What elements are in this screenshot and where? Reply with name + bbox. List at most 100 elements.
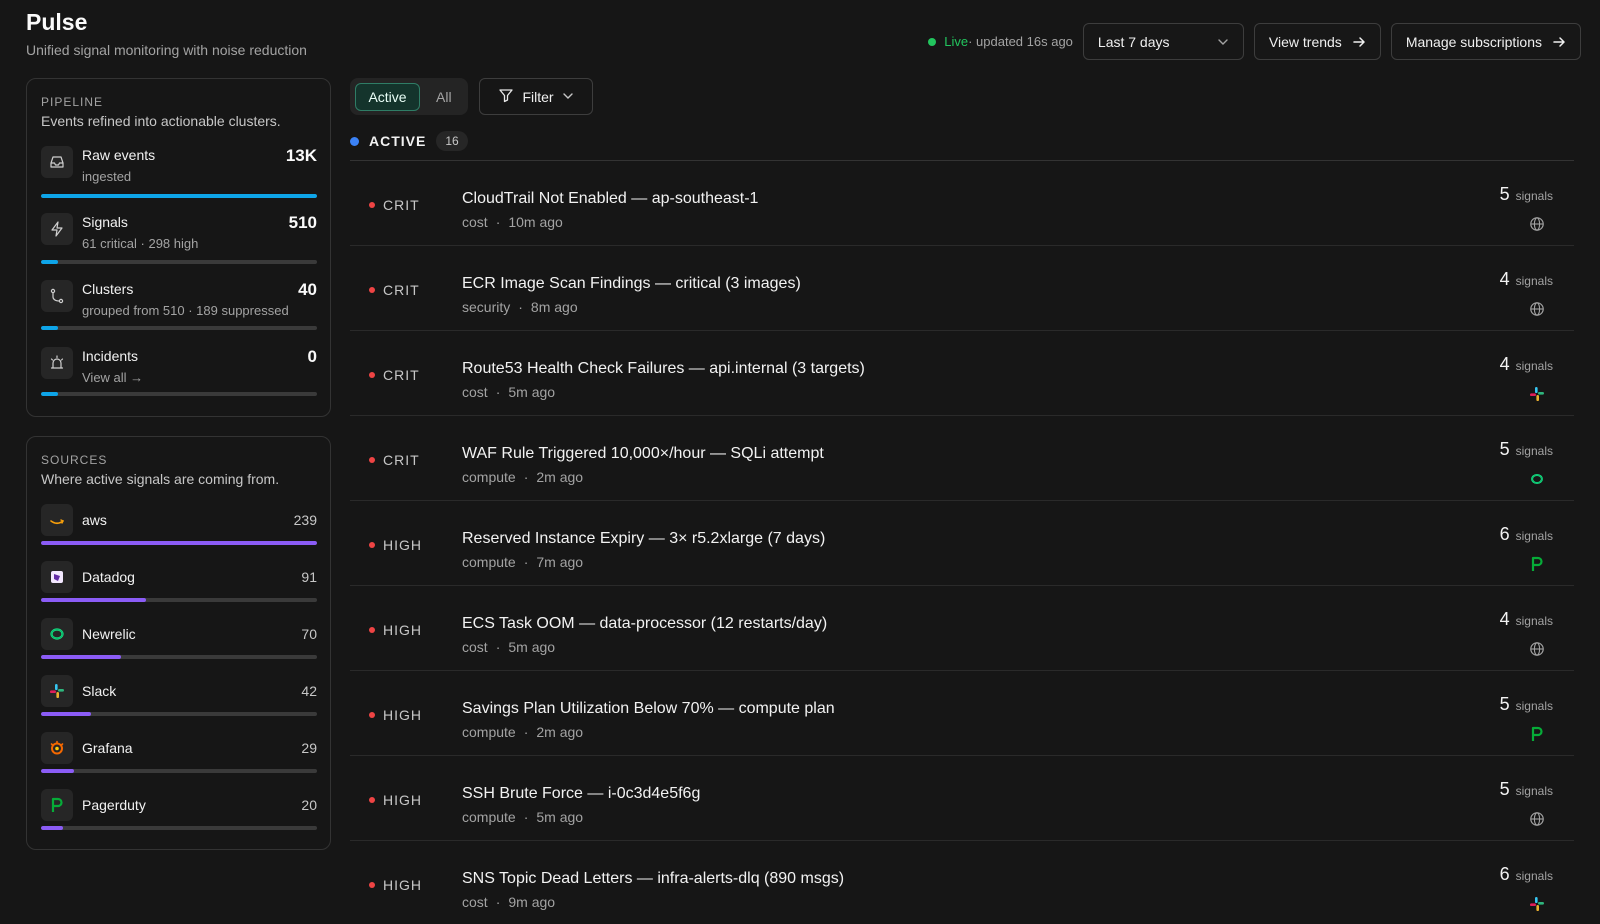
date-range-select[interactable]: Last 7 days xyxy=(1082,23,1244,60)
updated-text: · updated 16s ago xyxy=(968,34,1073,49)
view-all-incidents-link[interactable]: View all → xyxy=(82,370,143,385)
signal-meta: security · 8m ago xyxy=(462,299,578,315)
severity-badge: CRIT xyxy=(369,367,420,383)
source-row-slack[interactable]: Slack 42 xyxy=(41,675,317,723)
newrelic-icon xyxy=(41,618,73,650)
source-row-newrelic[interactable]: Newrelic 70 xyxy=(41,618,317,666)
pipeline-bar xyxy=(41,260,317,264)
source-bar-fill xyxy=(41,541,317,545)
signal-title[interactable]: Route53 Health Check Failures — api.inte… xyxy=(462,360,865,378)
signal-row[interactable]: CRIT WAF Rule Triggered 10,000×/hour — SQ… xyxy=(350,416,1574,501)
source-name: Datadog xyxy=(82,569,135,585)
view-trends-label: View trends xyxy=(1268,33,1342,50)
signal-row[interactable]: HIGH SNS Topic Dead Letters — infra-alert… xyxy=(350,841,1574,924)
meta-separator: · xyxy=(495,639,501,655)
meta-separator: · xyxy=(523,809,529,825)
source-name: Pagerduty xyxy=(82,797,146,813)
signal-count: 5 signals xyxy=(1500,779,1553,800)
status-toggle: Active All xyxy=(350,78,468,115)
signal-category: cost xyxy=(462,214,488,230)
tab-active[interactable]: Active xyxy=(355,83,420,111)
source-count: 70 xyxy=(301,626,317,642)
source-bar-fill xyxy=(41,826,64,830)
pipeline-row-clusters[interactable]: Clusters grouped from 510 · 189 suppress… xyxy=(41,280,317,340)
live-dot-icon xyxy=(928,37,937,46)
signal-count: 4 signals xyxy=(1500,354,1553,375)
signal-row[interactable]: HIGH ECS Task OOM — data-processor (12 re… xyxy=(350,586,1574,671)
signal-title[interactable]: SNS Topic Dead Letters — infra-alerts-dl… xyxy=(462,870,844,888)
signal-row[interactable]: HIGH Reserved Instance Expiry — 3× r5.2xl… xyxy=(350,501,1574,586)
signal-count-label: signals xyxy=(1515,699,1553,713)
source-bar-fill xyxy=(41,655,122,659)
severity-badge: HIGH xyxy=(369,707,422,723)
globe-icon xyxy=(1529,301,1545,317)
source-row-grafana[interactable]: Grafana 29 xyxy=(41,732,317,780)
source-bar-fill xyxy=(41,712,91,716)
signal-title[interactable]: ECR Image Scan Findings — critical (3 im… xyxy=(462,275,801,293)
pagerduty-icon xyxy=(41,789,73,821)
signal-count: 6 signals xyxy=(1500,524,1553,545)
signal-row[interactable]: CRIT ECR Image Scan Findings — critical (… xyxy=(350,246,1574,331)
signal-row[interactable]: CRIT Route53 Health Check Failures — api.… xyxy=(350,331,1574,416)
pipeline-card: PIPELINE Events refined into actionable … xyxy=(26,78,331,417)
tab-all[interactable]: All xyxy=(436,83,452,111)
source-bar-fill xyxy=(41,598,146,602)
signal-meta: compute · 2m ago xyxy=(462,469,583,485)
section-count-badge: 16 xyxy=(436,131,468,151)
signal-count-label: signals xyxy=(1515,614,1553,628)
pipeline-description: Events refined into actionable clusters. xyxy=(41,113,281,129)
source-row-pagerduty[interactable]: Pagerduty 20 xyxy=(41,789,317,837)
source-row-datadog[interactable]: Datadog 91 xyxy=(41,561,317,609)
pipeline-row-name: Raw events xyxy=(82,147,156,163)
pagerduty-icon xyxy=(1529,726,1545,742)
signal-row[interactable]: CRIT CloudTrail Not Enabled — ap-southeas… xyxy=(350,161,1574,246)
view-trends-button[interactable]: View trends xyxy=(1253,23,1381,60)
globe-icon xyxy=(1529,216,1545,232)
signal-title[interactable]: Savings Plan Utilization Below 70% — com… xyxy=(462,700,835,718)
pipeline-bar xyxy=(41,392,317,396)
pipeline-row-value: 40 xyxy=(298,280,317,299)
pipeline-row-incidents[interactable]: Incidents View all → 0 xyxy=(41,347,317,407)
signal-title[interactable]: Reserved Instance Expiry — 3× r5.2xlarge… xyxy=(462,530,825,548)
signal-title[interactable]: ECS Task OOM — data-processor (12 restar… xyxy=(462,615,827,633)
manage-subscriptions-label: Manage subscriptions xyxy=(1405,33,1542,50)
signal-time: 5m ago xyxy=(508,639,556,655)
slack-icon xyxy=(1529,386,1545,402)
signal-title[interactable]: CloudTrail Not Enabled — ap-southeast-1 xyxy=(462,190,758,208)
severity-badge: CRIT xyxy=(369,452,420,468)
live-status: Live · updated 16s ago xyxy=(928,34,1073,49)
signal-count-number: 5 xyxy=(1499,779,1510,799)
signal-count: 6 signals xyxy=(1500,864,1553,885)
signal-row[interactable]: HIGH SSH Brute Force — i-0c3d4e5f6g comput… xyxy=(350,756,1574,841)
severity-dot-icon xyxy=(369,542,375,548)
pipeline-bar-fill xyxy=(41,194,317,198)
meta-separator: · xyxy=(523,554,529,570)
signal-title[interactable]: SSH Brute Force — i-0c3d4e5f6g xyxy=(462,785,700,803)
manage-subscriptions-button[interactable]: Manage subscriptions xyxy=(1390,23,1581,60)
signal-time: 10m ago xyxy=(508,214,563,230)
filter-button[interactable]: Filter xyxy=(479,78,593,115)
source-row-aws[interactable]: aws 239 xyxy=(41,504,317,552)
signal-count-label: signals xyxy=(1515,274,1553,288)
pipeline-row-signals[interactable]: Signals 61 critical · 298 high 510 xyxy=(41,213,317,273)
meta-separator: · xyxy=(523,469,529,485)
signal-count-label: signals xyxy=(1515,529,1553,543)
source-bar xyxy=(41,826,317,830)
signal-meta: cost · 5m ago xyxy=(462,384,555,400)
signal-category: compute xyxy=(462,809,516,825)
severity-badge: CRIT xyxy=(369,282,420,298)
severity-badge: HIGH xyxy=(369,877,422,893)
signal-category: cost xyxy=(462,384,488,400)
datadog-icon xyxy=(41,561,73,593)
severity-label: HIGH xyxy=(383,537,422,553)
pagerduty-icon xyxy=(1529,556,1545,572)
meta-separator: · xyxy=(495,894,501,910)
severity-badge: HIGH xyxy=(369,537,422,553)
signal-count-number: 4 xyxy=(1499,354,1510,374)
signal-title[interactable]: WAF Rule Triggered 10,000×/hour — SQLi a… xyxy=(462,445,824,463)
severity-dot-icon xyxy=(369,797,375,803)
arrow-right-icon xyxy=(1552,35,1566,49)
slack-icon xyxy=(1529,896,1545,912)
signal-row[interactable]: HIGH Savings Plan Utilization Below 70% —… xyxy=(350,671,1574,756)
pipeline-row-raw-events[interactable]: Raw events ingested 13K xyxy=(41,146,317,206)
